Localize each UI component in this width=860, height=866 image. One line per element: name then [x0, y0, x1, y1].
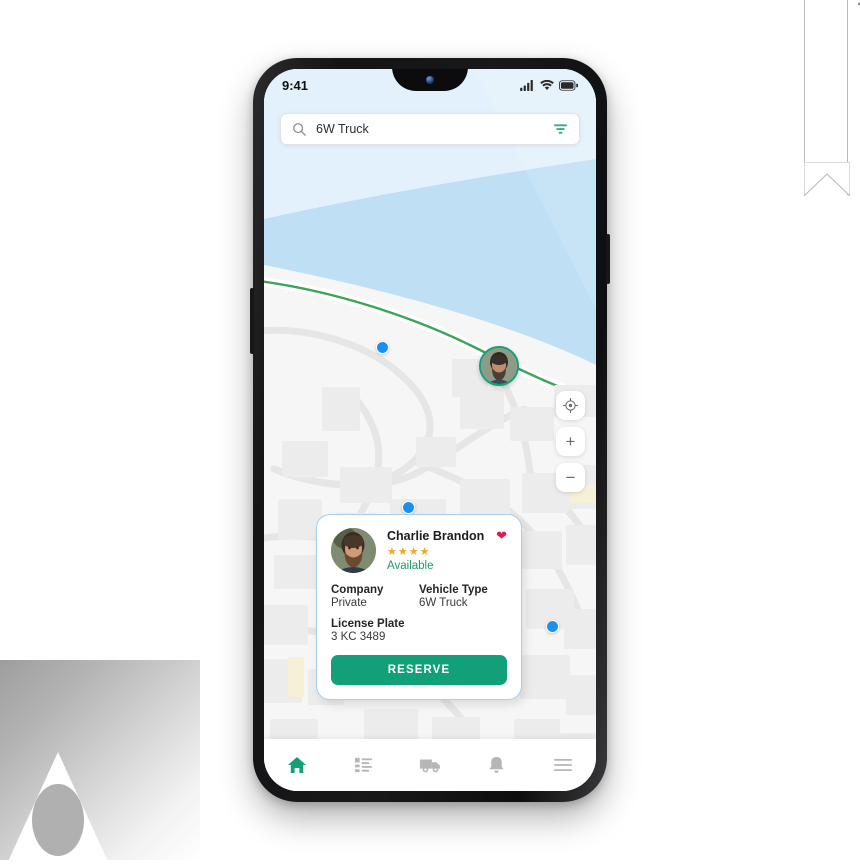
power-button[interactable] [606, 234, 610, 284]
field-value: 6W Truck [419, 597, 468, 609]
front-camera-icon [426, 76, 434, 84]
zoom-out-button[interactable]: − [556, 463, 585, 492]
award-ribbon-text: A'DESIGN AWARD & COMPETITION [849, 0, 860, 8]
reserve-button[interactable]: RESERVE [331, 655, 507, 685]
nav-item-home[interactable] [276, 748, 318, 782]
field-row: License Plate 3 KC 3489 [331, 618, 507, 643]
driver-avatar-pin[interactable] [479, 346, 519, 386]
phone-screen: + − [264, 69, 596, 791]
map-dot-marker[interactable] [546, 620, 559, 633]
status-indicators [520, 79, 578, 91]
zoom-out-icon: − [565, 468, 576, 487]
locate-crosshair-icon [563, 398, 578, 413]
field-company: Company Private [331, 584, 419, 609]
truck-icon [419, 759, 441, 773]
avatar [331, 528, 376, 573]
field-value: Private [331, 597, 367, 609]
filter-icon[interactable] [553, 122, 568, 136]
field-row: Company Private Vehicle Type 6W Truck [331, 584, 507, 609]
heart-filled-icon[interactable]: ❤ [496, 528, 507, 544]
driver-name: Charlie Brandon [387, 529, 485, 543]
field-vehicle-type: Vehicle Type 6W Truck [419, 584, 507, 609]
field-label: Company [331, 584, 384, 596]
a-design-logo-icon [6, 752, 110, 866]
phone-device: + − [250, 58, 610, 802]
nav-item-orders[interactable] [343, 748, 385, 782]
award-ribbon-line1: A'DESIGN AWARD [856, 0, 860, 8]
map-dot-marker[interactable] [376, 341, 389, 354]
search-bar[interactable] [280, 113, 580, 145]
card-fields: Company Private Vehicle Type 6W Truck Li… [331, 584, 507, 643]
hamburger-icon [553, 759, 572, 771]
search-icon [293, 123, 306, 136]
battery-full-icon [559, 79, 578, 91]
award-ribbon: A'DESIGN AWARD & COMPETITION [804, 0, 860, 196]
ribbon-notch-icon [804, 162, 850, 196]
field-license-plate: License Plate 3 KC 3489 [331, 618, 507, 643]
map-dot-marker[interactable] [402, 501, 415, 514]
locate-button[interactable] [556, 391, 585, 420]
nav-item-notifications[interactable] [475, 748, 517, 782]
driver-avatar-image [481, 348, 517, 384]
map-controls: + − [556, 391, 585, 492]
volume-button[interactable] [250, 288, 254, 354]
field-value: 3 KC 3489 [331, 631, 386, 643]
bottom-navigation [264, 739, 596, 791]
wifi-icon [540, 79, 554, 90]
availability-status: Available [387, 560, 434, 572]
field-label: Vehicle Type [419, 584, 488, 596]
nav-item-vehicles[interactable] [409, 748, 451, 782]
home-icon [288, 757, 307, 773]
cellular-signal-icon [520, 79, 533, 91]
list-icon [355, 757, 373, 772]
phone-notch [392, 69, 468, 92]
field-label: License Plate [331, 618, 405, 630]
zoom-in-icon: + [565, 432, 576, 451]
zoom-in-button[interactable]: + [556, 427, 585, 456]
bell-icon [489, 756, 504, 773]
status-time: 9:41 [282, 77, 309, 93]
driver-info-card[interactable]: Charlie Brandon ★★★★ Available ❤ Company… [316, 514, 522, 700]
card-header-text: Charlie Brandon ★★★★ Available ❤ [387, 528, 507, 572]
card-header: Charlie Brandon ★★★★ Available ❤ [331, 528, 507, 573]
nav-item-menu[interactable] [542, 748, 584, 782]
search-input[interactable] [314, 121, 545, 137]
corner-watermark [0, 660, 200, 866]
avatar-image [331, 528, 376, 573]
rating-stars: ★★★★ [387, 546, 431, 558]
